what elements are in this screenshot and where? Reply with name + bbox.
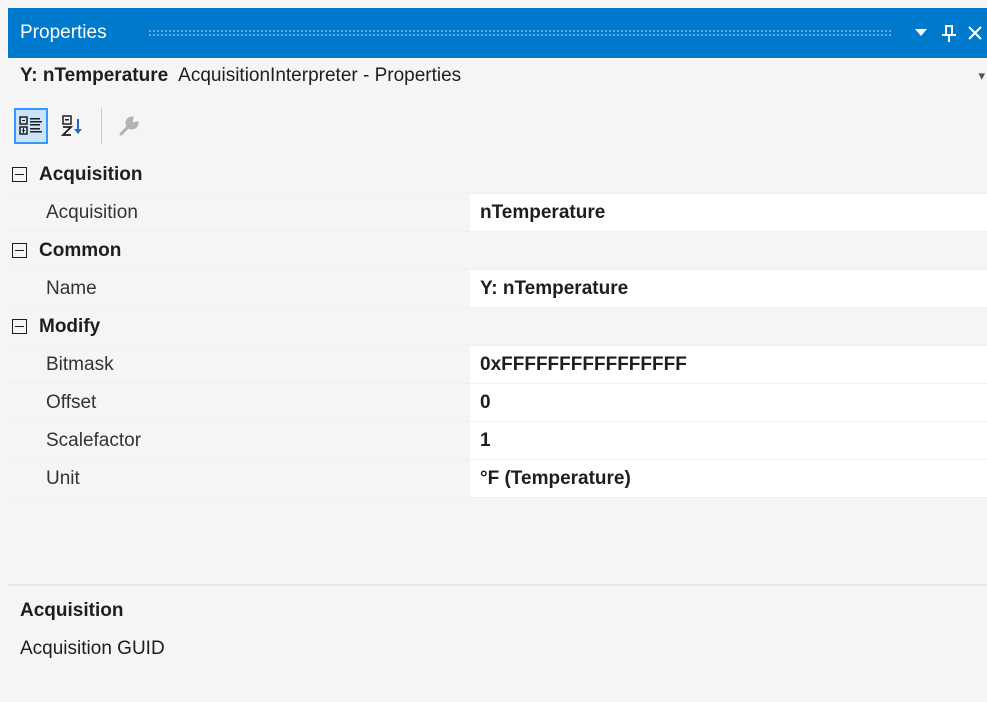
toolbar-separator xyxy=(101,108,102,144)
panel-title: Properties xyxy=(20,22,107,43)
category-row-modify[interactable]: Modify xyxy=(8,308,987,346)
auto-hide-pin-button[interactable] xyxy=(935,8,963,58)
category-row-common[interactable]: Common xyxy=(8,232,987,270)
collapse-icon[interactable] xyxy=(12,243,27,258)
category-row-acquisition[interactable]: Acquisition xyxy=(8,156,987,194)
row-gutter xyxy=(8,346,34,383)
property-row-offset[interactable]: Offset 0 xyxy=(8,384,987,422)
window-position-dropdown-button[interactable] xyxy=(907,8,935,58)
property-row-acquisition[interactable]: Acquisition nTemperature xyxy=(8,194,987,232)
property-name: Offset xyxy=(34,384,470,421)
property-name: Bitmask xyxy=(34,346,470,383)
category-label: Modify xyxy=(39,316,101,337)
property-value[interactable]: 0 xyxy=(470,384,987,421)
grid-empty-area xyxy=(8,498,987,584)
property-name: Scalefactor xyxy=(34,422,470,459)
property-value[interactable]: nTemperature xyxy=(470,194,987,231)
row-gutter xyxy=(8,194,34,231)
property-value[interactable]: 0xFFFFFFFFFFFFFFFF xyxy=(470,346,987,383)
property-name: Name xyxy=(34,270,470,307)
property-value[interactable]: Y: nTemperature xyxy=(470,270,987,307)
property-value[interactable]: 1 xyxy=(470,422,987,459)
row-gutter xyxy=(8,422,34,459)
categorized-button[interactable] xyxy=(14,108,48,144)
property-row-unit[interactable]: Unit °F (Temperature) xyxy=(8,460,987,498)
row-gutter xyxy=(8,270,34,307)
chevron-down-icon[interactable]: ▾ xyxy=(978,58,985,94)
property-row-name[interactable]: Name Y: nTemperature xyxy=(8,270,987,308)
category-label: Acquisition xyxy=(39,164,143,185)
drag-grip[interactable] xyxy=(148,29,891,37)
pin-icon xyxy=(942,25,956,42)
object-selector[interactable]: Y: nTemperature AcquisitionInterpreter - … xyxy=(8,58,987,94)
category-label: Common xyxy=(39,240,122,261)
collapse-icon[interactable] xyxy=(12,319,27,334)
title-bar[interactable]: Properties xyxy=(8,8,987,58)
property-name: Acquisition xyxy=(34,194,470,231)
selected-object-name: Y: nTemperature xyxy=(20,65,169,86)
close-icon xyxy=(968,26,982,40)
close-button[interactable] xyxy=(961,8,987,58)
properties-panel: Properties Y: nTemperature AcquisitionInt… xyxy=(0,0,987,702)
property-row-scalefactor[interactable]: Scalefactor 1 xyxy=(8,422,987,460)
property-grid: Acquisition Acquisition nTemperature Com… xyxy=(8,156,987,498)
property-pages-button[interactable] xyxy=(112,108,146,144)
alphabetical-sort-icon xyxy=(61,115,82,136)
collapse-icon[interactable] xyxy=(12,167,27,182)
property-row-bitmask[interactable]: Bitmask 0xFFFFFFFFFFFFFFFF xyxy=(8,346,987,384)
description-text: Acquisition GUID xyxy=(20,638,165,659)
description-pane: Acquisition Acquisition GUID xyxy=(8,586,987,702)
selected-object-type: AcquisitionInterpreter - Properties xyxy=(178,65,462,86)
properties-toolbar xyxy=(8,96,987,156)
categorized-icon xyxy=(19,116,42,135)
alphabetical-button[interactable] xyxy=(56,108,90,144)
property-name: Unit xyxy=(34,460,470,497)
wrench-icon xyxy=(119,116,139,136)
triangle-down-icon xyxy=(915,29,927,36)
property-value[interactable]: °F (Temperature) xyxy=(470,460,987,497)
description-title: Acquisition xyxy=(20,600,124,621)
row-gutter xyxy=(8,384,34,421)
row-gutter xyxy=(8,460,34,497)
